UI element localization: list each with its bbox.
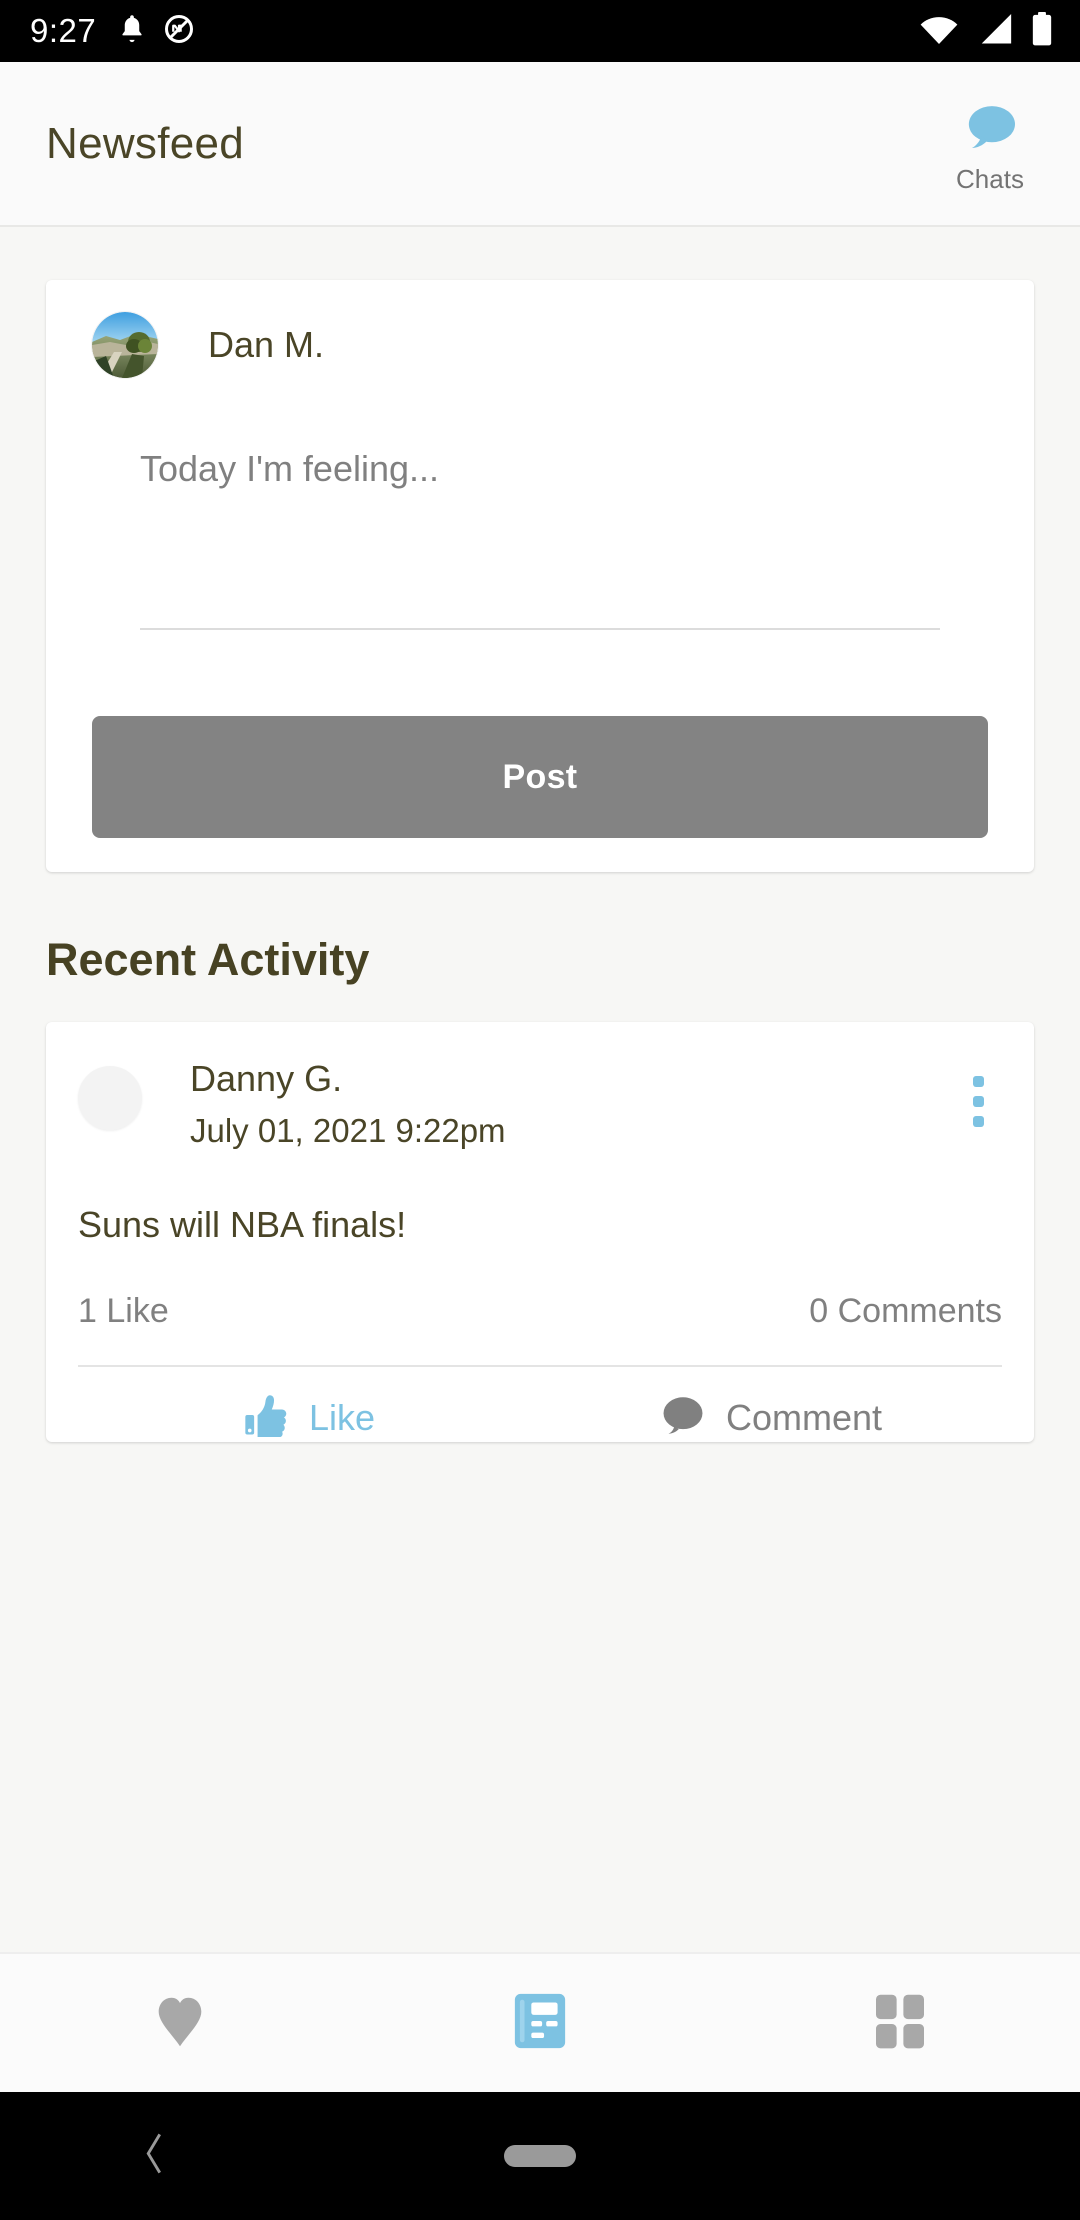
bottom-tab-bar bbox=[0, 1952, 1080, 2092]
like-count[interactable]: 1 Like bbox=[78, 1292, 169, 1331]
activity-post-card: Danny G. July 01, 2021 9:22pm Suns will … bbox=[46, 1022, 1034, 1442]
notification-bell-icon bbox=[118, 13, 146, 50]
three-dot-vertical-menu-icon[interactable] bbox=[954, 1058, 1002, 1127]
tab-favorites[interactable] bbox=[0, 1990, 360, 2057]
divider bbox=[78, 1365, 1002, 1367]
page-title: Newsfeed bbox=[46, 118, 245, 168]
tab-more[interactable] bbox=[720, 1991, 1080, 2056]
recent-activity-heading: Recent Activity bbox=[46, 934, 370, 985]
cell-signal-icon bbox=[976, 12, 1014, 51]
chats-button[interactable]: Chats bbox=[930, 93, 1050, 195]
phone-screen: 9:27 Newsfeed Chats Dan M. Today I'm fee… bbox=[0, 0, 1080, 2220]
activity-author-name: Danny G. bbox=[190, 1058, 343, 1099]
comment-count[interactable]: 0 Comments bbox=[809, 1292, 1002, 1331]
menu-dot bbox=[972, 1116, 984, 1127]
thumbs-up-icon bbox=[243, 1393, 289, 1442]
activity-post-body: Suns will NBA finals! bbox=[78, 1204, 407, 1245]
chat-bubble-icon bbox=[961, 103, 1019, 158]
grid-squares-icon bbox=[871, 1991, 929, 2056]
tab-newsfeed[interactable] bbox=[360, 1990, 720, 2057]
status-bar-left-icons bbox=[118, 13, 194, 50]
status-bar: 9:27 bbox=[0, 0, 1080, 62]
do-not-disturb-icon bbox=[164, 14, 194, 49]
composer-author-name: Dan M. bbox=[208, 324, 325, 365]
post-button[interactable]: Post bbox=[92, 716, 988, 838]
heart-icon bbox=[149, 1990, 211, 2057]
activity-post-header: Danny G. July 01, 2021 9:22pm bbox=[78, 1058, 1002, 1150]
post-composer-card: Dan M. Today I'm feeling... Post bbox=[46, 280, 1034, 872]
android-navigation-bar bbox=[0, 2092, 1080, 2220]
input-underline bbox=[140, 628, 940, 630]
activity-counts-row: 1 Like 0 Comments bbox=[78, 1292, 1002, 1331]
menu-dot bbox=[972, 1076, 984, 1087]
post-text-input[interactable]: Today I'm feeling... bbox=[140, 448, 940, 628]
avatar bbox=[92, 312, 158, 378]
menu-dot bbox=[972, 1096, 984, 1107]
battery-icon bbox=[1030, 11, 1054, 52]
status-bar-right-icons bbox=[918, 11, 1054, 52]
composer-header: Dan M. bbox=[92, 312, 988, 378]
comment-button-label: Comment bbox=[725, 1396, 883, 1438]
activity-actions-row: Like Comment bbox=[78, 1393, 1002, 1442]
app-header: Newsfeed Chats bbox=[0, 62, 1080, 227]
status-bar-clock: 9:27 bbox=[30, 12, 97, 49]
composer-input-wrapper[interactable]: Today I'm feeling... bbox=[92, 448, 988, 630]
speech-bubble-icon bbox=[660, 1395, 706, 1440]
chats-label: Chats bbox=[956, 163, 1024, 194]
comment-button[interactable]: Comment bbox=[540, 1393, 1002, 1442]
back-chevron-icon[interactable] bbox=[140, 2131, 168, 2182]
home-pill-indicator[interactable] bbox=[504, 2145, 576, 2167]
like-button[interactable]: Like bbox=[78, 1393, 540, 1442]
newsfeed-article-icon bbox=[511, 1990, 569, 2057]
activity-timestamp: July 01, 2021 9:22pm bbox=[190, 1112, 506, 1149]
newsfeed-scroll-area[interactable]: Dan M. Today I'm feeling... Post Recent … bbox=[0, 227, 1080, 1952]
activity-post-meta: Danny G. July 01, 2021 9:22pm bbox=[190, 1058, 954, 1150]
like-button-label: Like bbox=[308, 1396, 376, 1438]
avatar bbox=[78, 1066, 142, 1130]
wifi-icon bbox=[918, 12, 960, 51]
